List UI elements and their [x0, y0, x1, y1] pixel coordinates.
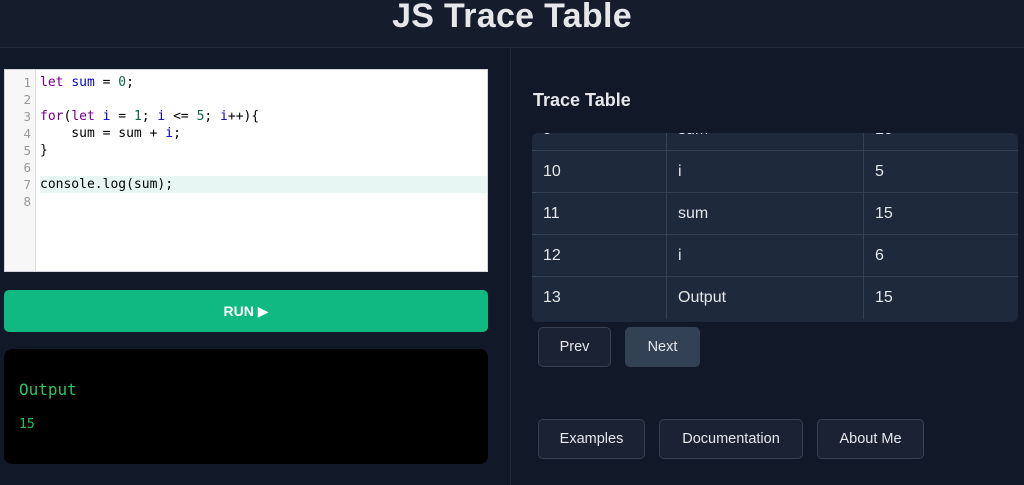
trace-table-body: 9 sum 10 10 i 5 11 sum 15 12 i 6 13 Outp…: [532, 133, 1018, 319]
line-number: 3: [23, 109, 31, 124]
table-cell-variable: sum: [667, 193, 864, 234]
code-line-3[interactable]: for(let i = 1; i <= 5; i++){: [40, 108, 487, 125]
run-button-label: RUN ▶: [223, 302, 269, 319]
line-number: 8: [23, 194, 31, 209]
line-number: 2: [23, 92, 31, 107]
prev-button-label: Prev: [559, 339, 590, 355]
table-row: 11 sum 15: [532, 193, 1018, 235]
line-number: 7: [23, 177, 31, 192]
code-line-8[interactable]: [40, 193, 487, 210]
run-button[interactable]: RUN ▶: [4, 290, 488, 332]
table-cell-step: 13: [532, 277, 667, 319]
table-cell-step: 10: [532, 151, 667, 192]
line-number: 5: [23, 143, 31, 158]
documentation-button[interactable]: Documentation: [659, 419, 803, 459]
line-number: 6: [23, 160, 31, 175]
table-cell-variable: i: [667, 151, 864, 192]
table-row: 12 i 6: [532, 235, 1018, 277]
app-header: JS Trace Table: [0, 0, 1024, 48]
console-output-value: 15: [19, 417, 35, 432]
prev-button[interactable]: Prev: [538, 327, 611, 367]
code-line-5[interactable]: }: [40, 142, 487, 159]
code-line-6[interactable]: [40, 159, 487, 176]
about-me-button-label: About Me: [839, 431, 902, 447]
examples-button[interactable]: Examples: [538, 419, 645, 459]
about-me-button[interactable]: About Me: [817, 419, 924, 459]
table-cell-step: 9: [532, 133, 667, 150]
table-cell-variable: i: [667, 235, 864, 276]
table-row: 10 i 5: [532, 151, 1018, 193]
trace-table[interactable]: 9 sum 10 10 i 5 11 sum 15 12 i 6 13 Outp…: [532, 133, 1018, 322]
output-console: Output 15: [4, 349, 488, 464]
next-button-label: Next: [647, 339, 678, 355]
line-number-gutter: 1 2 3 4 5 6 7 8: [5, 70, 36, 271]
line-number: 1: [23, 75, 31, 90]
console-title: Output: [19, 380, 77, 399]
table-cell-variable: sum: [667, 133, 864, 150]
trace-table-title: Trace Table: [533, 90, 631, 110]
table-cell-value: 5: [875, 162, 884, 180]
code-line-4[interactable]: sum = sum + i;: [40, 125, 487, 142]
line-number: 4: [23, 126, 31, 141]
table-cell-value: 6: [875, 246, 884, 264]
table-cell-value: 15: [875, 204, 893, 222]
table-row: 9 sum 10: [532, 133, 1018, 151]
code-line-2[interactable]: [40, 91, 487, 108]
table-cell-value: 10: [864, 133, 1018, 150]
table-row: 13 Output 15: [532, 277, 1018, 319]
examples-button-label: Examples: [559, 431, 624, 447]
documentation-button-label: Documentation: [682, 431, 780, 447]
page-title: JS Trace Table: [392, 0, 632, 35]
panel-divider: [510, 48, 511, 485]
table-cell-variable: Output: [667, 277, 864, 319]
table-cell-step: 11: [532, 193, 667, 234]
code-line-1[interactable]: let sum = 0;: [40, 74, 487, 91]
next-button[interactable]: Next: [625, 327, 700, 367]
table-cell-step: 12: [532, 235, 667, 276]
code-line-7[interactable]: console.log(sum);: [40, 176, 487, 193]
code-editor[interactable]: 1 2 3 4 5 6 7 8 let sum = 0; for(let i =…: [4, 69, 488, 272]
table-cell-value: 15: [875, 289, 893, 306]
